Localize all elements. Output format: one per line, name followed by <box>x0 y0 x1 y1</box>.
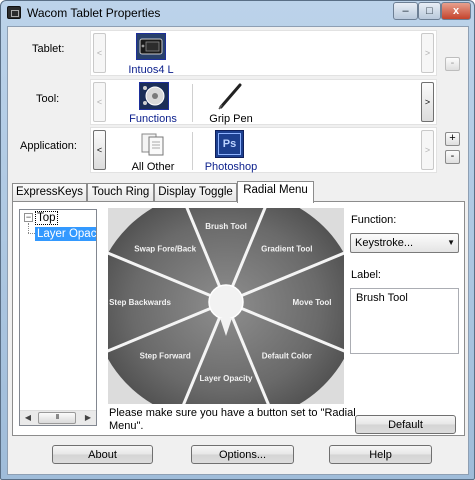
tool-item-grip-pen-label: Grip Pen <box>209 113 253 125</box>
scroll-right-arrow-icon[interactable]: ▶ <box>81 412 95 424</box>
tab-expresskeys[interactable]: ExpressKeys <box>12 183 87 202</box>
wacom-app-icon <box>7 6 21 19</box>
functions-icon <box>139 82 169 110</box>
application-item-photoshop-label: Photoshop <box>204 161 258 173</box>
tool-item-functions-label: Functions <box>129 113 177 125</box>
scroll-left-arrow-icon[interactable]: ◀ <box>21 412 35 424</box>
help-button[interactable]: Help <box>329 445 432 464</box>
tree-connector <box>28 223 29 233</box>
tree-item-top[interactable]: Top <box>35 211 58 225</box>
tab-display-toggle[interactable]: Display Toggle <box>154 183 237 202</box>
tablet-icon <box>136 33 166 60</box>
radial-menu-item-swap-fore-back[interactable]: Swap Fore/Back <box>134 244 196 253</box>
tool-strip: < Functions Grip Pen > <box>90 79 437 125</box>
tablet-scroll-left-button[interactable]: < <box>93 33 106 73</box>
add-application-button[interactable]: + <box>445 132 460 146</box>
radial-menu-hint: Please make sure you have a button set t… <box>109 407 356 432</box>
radial-menu-item-layer-opacity[interactable]: Layer Opacity <box>200 374 253 383</box>
all-other-icon <box>138 130 168 158</box>
pen-icon <box>215 82 245 110</box>
tool-item-grip-pen[interactable]: Grip Pen <box>201 82 261 125</box>
application-scroll-left-button[interactable]: < <box>93 130 106 170</box>
function-label: Function: <box>351 214 397 226</box>
tree-horizontal-scrollbar[interactable]: ◀ III ▶ <box>20 410 96 425</box>
radial-menu-item-step-backwards[interactable]: Step Backwards <box>109 298 171 307</box>
function-dropdown[interactable]: Keystroke... ▼ <box>350 233 459 253</box>
radial-menu-item-move-tool[interactable]: Move Tool <box>293 298 332 307</box>
radial-menu-item-default-color[interactable]: Default Color <box>262 352 312 361</box>
remove-tablet-button[interactable]: - <box>445 57 460 71</box>
radial-menu-wheel: Brush Tool Gradient Tool Move Tool Default … <box>108 208 344 404</box>
tablet-item-intuos4[interactable]: Intuos4 L <box>125 33 177 76</box>
default-button[interactable]: Default <box>355 415 456 434</box>
application-item-all-other-label: All Other <box>131 161 175 173</box>
radial-menu-item-step-forward[interactable]: Step Forward <box>140 352 191 361</box>
radial-menu-item-brush-tool[interactable]: Brush Tool <box>205 222 247 231</box>
close-button[interactable]: x <box>441 2 471 20</box>
tool-scroll-right-button[interactable]: > <box>421 82 434 122</box>
radial-menu-item-gradient-tool[interactable]: Gradient Tool <box>261 244 312 253</box>
maximize-button[interactable]: □ <box>418 2 441 20</box>
application-item-photoshop[interactable]: Ps Photoshop <box>201 130 261 173</box>
about-button[interactable]: About <box>52 445 153 464</box>
window: Wacom Tablet Properties – □ x Tablet: < … <box>0 0 475 480</box>
photoshop-badge: Ps <box>218 133 241 155</box>
application-strip: < All Other Ps Photoshop > <box>90 127 437 173</box>
chevron-down-icon: ▼ <box>447 238 455 247</box>
tree-connector <box>28 233 35 234</box>
options-button[interactable]: Options... <box>191 445 294 464</box>
tool-scroll-left-button[interactable]: < <box>93 82 106 122</box>
strip-separator <box>192 84 193 122</box>
title-bar: Wacom Tablet Properties – □ x <box>1 1 474 25</box>
photoshop-icon: Ps <box>215 130 244 158</box>
application-row-label: Application: <box>20 140 77 152</box>
tree-item-layer-opacity[interactable]: Layer Opacity <box>35 227 96 241</box>
label-field-label: Label: <box>351 269 381 281</box>
tablet-scroll-right-button[interactable]: > <box>421 33 434 73</box>
function-dropdown-value: Keystroke... <box>355 237 414 249</box>
tab-touch-ring[interactable]: Touch Ring <box>87 183 154 202</box>
tool-item-functions[interactable]: Functions <box>125 82 181 125</box>
radial-menu-graphic: Brush Tool Gradient Tool Move Tool Default … <box>108 208 344 404</box>
application-item-all-other[interactable]: All Other <box>125 130 181 173</box>
strip-separator <box>192 132 193 170</box>
minimize-button[interactable]: – <box>393 2 418 20</box>
tree-collapse-toggle[interactable]: − <box>24 213 33 222</box>
label-textbox[interactable]: Brush Tool <box>350 288 459 354</box>
dialog-body: Tablet: < Intuos4 L > - Tool: < Function… <box>7 26 469 475</box>
window-title: Wacom Tablet Properties <box>27 6 161 20</box>
tablet-strip: < Intuos4 L > <box>90 30 437 76</box>
tab-radial-menu[interactable]: Radial Menu <box>237 181 314 203</box>
scrollbar-thumb[interactable]: III <box>38 412 76 424</box>
tablet-item-label: Intuos4 L <box>128 64 174 76</box>
remove-application-button[interactable]: - <box>445 150 460 164</box>
radial-menu-panel: − Top Layer Opacity ◀ III ▶ <box>12 201 465 436</box>
radial-menu-tree[interactable]: − Top Layer Opacity ◀ III ▶ <box>19 209 97 426</box>
application-scroll-right-button[interactable]: > <box>421 130 434 170</box>
